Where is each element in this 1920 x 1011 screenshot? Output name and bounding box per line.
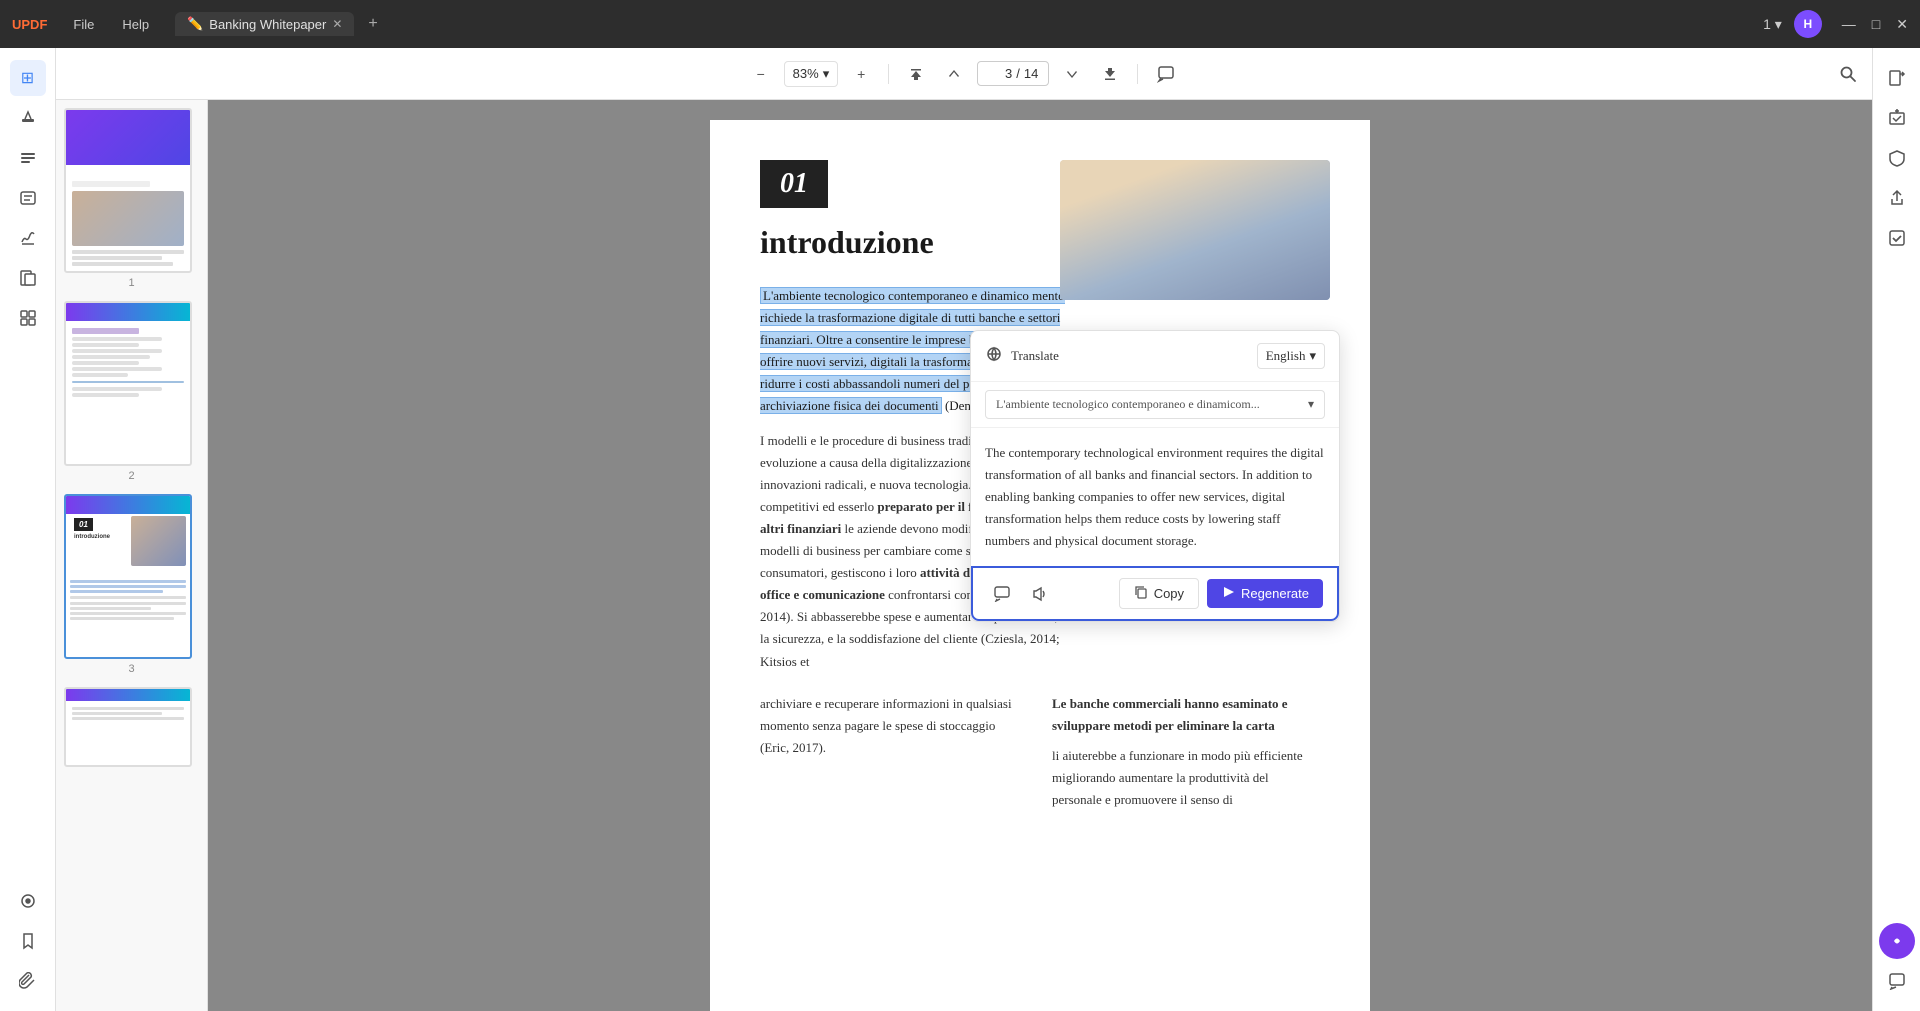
toolbar-divider-2 bbox=[1137, 64, 1138, 84]
zoom-in-btn[interactable]: + bbox=[846, 59, 876, 89]
tab-close-btn[interactable]: ✕ bbox=[332, 17, 342, 31]
page-separator: / bbox=[1016, 66, 1020, 81]
translate-icon bbox=[985, 345, 1003, 368]
sidebar-right bbox=[1872, 48, 1920, 1011]
thumb-num-3: 3 bbox=[64, 663, 199, 675]
new-tab-btn[interactable]: + bbox=[368, 15, 377, 33]
translate-label: Translate bbox=[1011, 348, 1059, 364]
app-logo: UPDF bbox=[12, 17, 47, 32]
body-para-storage: archiviare e recuperare informazioni in … bbox=[760, 693, 1012, 759]
jump-bottom-btn[interactable] bbox=[1095, 59, 1125, 89]
sidebar-icon-pages[interactable] bbox=[10, 260, 46, 296]
body-col-left: archiviare e recuperare informazioni in … bbox=[760, 693, 1012, 811]
close-btn[interactable]: ✕ bbox=[1896, 16, 1908, 33]
sidebar-icon-bookmark[interactable] bbox=[10, 923, 46, 959]
source-text-preview: L'ambiente tecnologico contemporaneo e d… bbox=[996, 397, 1260, 412]
comment-btn[interactable] bbox=[1150, 58, 1182, 90]
thumbnail-3[interactable]: 01 introduzione bbox=[64, 494, 199, 675]
page-image bbox=[1060, 160, 1330, 300]
chat-action-btn[interactable] bbox=[987, 579, 1017, 609]
regenerate-icon bbox=[1221, 585, 1235, 602]
menu-help[interactable]: Help bbox=[112, 13, 159, 36]
copy-icon bbox=[1134, 585, 1148, 602]
tab-title: Banking Whitepaper bbox=[209, 17, 326, 32]
sidebar-icon-form[interactable] bbox=[10, 180, 46, 216]
active-tab[interactable]: ✏️ Banking Whitepaper ✕ bbox=[175, 12, 354, 36]
body-para-efficiency: li aiuterebbe a funzionare in modo più e… bbox=[1052, 745, 1304, 811]
regenerate-label: Regenerate bbox=[1241, 586, 1309, 601]
current-page-input[interactable] bbox=[988, 66, 1012, 81]
right-icon-ai[interactable] bbox=[1879, 923, 1915, 959]
toolbar: − 83% ▾ + / 14 bbox=[56, 48, 1872, 100]
language-dropdown[interactable]: English ▾ bbox=[1257, 343, 1325, 369]
menu-file[interactable]: File bbox=[63, 13, 104, 36]
body-col-right: Le banche commerciali hanno esaminato e … bbox=[1052, 693, 1304, 811]
regenerate-btn[interactable]: Regenerate bbox=[1207, 579, 1323, 608]
thumb-num-1: 1 bbox=[64, 277, 199, 289]
window-controls: — □ ✕ bbox=[1842, 16, 1908, 33]
content-area: − 83% ▾ + / 14 bbox=[56, 48, 1872, 1011]
right-icon-protect[interactable] bbox=[1879, 140, 1915, 176]
sidebar-icon-attachment[interactable] bbox=[10, 963, 46, 999]
copy-label: Copy bbox=[1154, 586, 1184, 601]
thumb-img-2 bbox=[64, 301, 192, 466]
thumbnail-2[interactable]: 2 bbox=[64, 301, 199, 482]
speaker-action-btn[interactable] bbox=[1025, 579, 1055, 609]
copy-btn[interactable]: Copy bbox=[1119, 578, 1199, 609]
sidebar-icon-signature[interactable] bbox=[10, 220, 46, 256]
thumb-img-3: 01 introduzione bbox=[64, 494, 192, 659]
source-dropdown[interactable]: L'ambiente tecnologico contemporaneo e d… bbox=[985, 390, 1325, 419]
thumbnail-1[interactable]: 1 bbox=[64, 108, 199, 289]
source-chevron: ▾ bbox=[1308, 397, 1314, 412]
language-value: English bbox=[1266, 348, 1306, 364]
toolbar-divider-1 bbox=[888, 64, 889, 84]
translate-popup: Translate English ▾ L'ambiente tecnologi… bbox=[970, 330, 1340, 622]
total-pages: 14 bbox=[1024, 66, 1038, 81]
right-icon-mark-done[interactable] bbox=[1879, 220, 1915, 256]
translated-text: The contemporary technological environme… bbox=[985, 442, 1325, 552]
thumbnail-panel: 1 bbox=[56, 100, 208, 1011]
main-layout: ⊞ − 83 bbox=[0, 48, 1920, 1011]
zoom-chevron: ▾ bbox=[823, 66, 830, 82]
thumb-num-2: 2 bbox=[64, 470, 199, 482]
thumb-img-4 bbox=[64, 687, 192, 767]
user-avatar[interactable]: H bbox=[1794, 10, 1822, 38]
sidebar-icon-highlight[interactable] bbox=[10, 100, 46, 136]
right-icon-share[interactable] bbox=[1879, 180, 1915, 216]
thumb-img-1 bbox=[64, 108, 192, 273]
right-icon-convert[interactable] bbox=[1879, 60, 1915, 96]
sidebar-icon-thumbnail[interactable]: ⊞ bbox=[10, 60, 46, 96]
translated-content: The contemporary technological environme… bbox=[971, 428, 1339, 566]
source-selector: L'ambiente tecnologico contemporaneo e d… bbox=[971, 382, 1339, 428]
translate-actions: Copy Regenerate bbox=[971, 566, 1339, 621]
page-counter-btn[interactable]: 1 ▾ bbox=[1763, 16, 1782, 33]
maximize-btn[interactable]: □ bbox=[1872, 16, 1880, 33]
sidebar-icon-organize[interactable] bbox=[10, 300, 46, 336]
page-down-btn[interactable] bbox=[1057, 59, 1087, 89]
jump-top-btn[interactable] bbox=[901, 59, 931, 89]
right-icon-export-img[interactable] bbox=[1879, 100, 1915, 136]
sidebar-icon-ai[interactable] bbox=[10, 883, 46, 919]
body-para-banks: Le banche commerciali hanno esaminato e … bbox=[1052, 693, 1304, 737]
titlebar: UPDF File Help ✏️ Banking Whitepaper ✕ +… bbox=[0, 0, 1920, 48]
translate-header: Translate English ▾ bbox=[971, 331, 1339, 382]
tab-edit-icon: ✏️ bbox=[187, 16, 203, 32]
page-display: / 14 bbox=[977, 61, 1049, 86]
thumbnail-4[interactable] bbox=[64, 687, 199, 767]
zoom-out-btn[interactable]: − bbox=[746, 59, 776, 89]
sidebar-left: ⊞ bbox=[0, 48, 56, 1011]
right-icon-chat[interactable] bbox=[1879, 963, 1915, 999]
pdf-page: 01 introduzione L'ambiente tecnologico c… bbox=[710, 120, 1370, 1011]
minimize-btn[interactable]: — bbox=[1842, 16, 1856, 33]
dropdown-chevron: ▾ bbox=[1309, 348, 1316, 364]
titlebar-controls: 1 ▾ H bbox=[1763, 10, 1822, 38]
search-btn[interactable] bbox=[1832, 58, 1864, 90]
sidebar-icon-edit[interactable] bbox=[10, 140, 46, 176]
page-up-btn[interactable] bbox=[939, 59, 969, 89]
pdf-viewer: 01 introduzione L'ambiente tecnologico c… bbox=[208, 100, 1872, 1011]
page-section-num: 01 bbox=[760, 160, 828, 208]
zoom-display[interactable]: 83% ▾ bbox=[784, 61, 839, 87]
